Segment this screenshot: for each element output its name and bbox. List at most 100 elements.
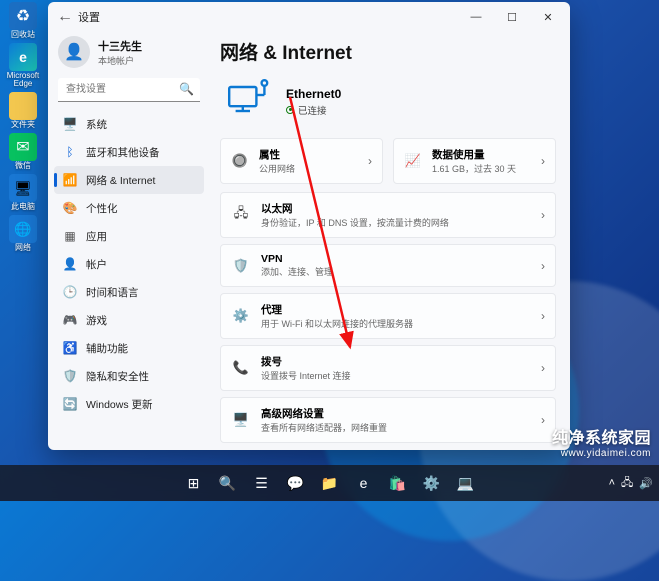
sidebar: 👤 十三先生 本地帐户 🔍 🖥️ 系统ᛒ 蓝牙和其他设备📶 网络 & Inter… <box>48 32 210 450</box>
network-desktop-item[interactable]: 网络 <box>0 215 46 252</box>
row-advanced-icon: 🖥️ <box>231 412 251 428</box>
recycle-bin-desktop-item[interactable]: 回收站 <box>0 2 46 39</box>
desktop-item-label: 回收站 <box>11 31 35 39</box>
tile-data-usage-icon: 📈 <box>404 153 422 169</box>
row-advanced-sub: 查看所有网络适配器，网络重置 <box>261 421 387 434</box>
row-proxy-icon: ⚙️ <box>231 308 251 324</box>
sidebar-item-accounts[interactable]: 👤 帐户 <box>54 250 204 278</box>
sidebar-item-label: 帐户 <box>86 257 107 272</box>
tray-overflow-icon[interactable]: ˄ <box>609 477 615 489</box>
tb-chat[interactable]: 💬 <box>282 469 310 497</box>
row-dialup[interactable]: 📞 拨号 设置拨号 Internet 连接 › <box>221 346 555 390</box>
tb-app[interactable]: 💻 <box>452 469 480 497</box>
tb-taskview[interactable]: ☰ <box>248 469 276 497</box>
network-icon <box>9 215 37 243</box>
sidebar-item-label: 网络 & Internet <box>86 173 155 188</box>
pc-network-icon <box>226 79 274 124</box>
search-box[interactable]: 🔍 <box>58 78 200 102</box>
watermark-url: www.yidaimei.com <box>552 448 651 459</box>
chevron-right-icon: › <box>541 309 545 323</box>
adapter-state: 已连接 <box>298 103 327 117</box>
tile-properties[interactable]: 🔘 属性 公用网络 › <box>220 138 383 184</box>
avatar: 👤 <box>58 36 90 68</box>
adapter-name: Ethernet0 <box>286 87 341 101</box>
edge-icon <box>9 43 37 71</box>
window-maximize-button[interactable]: ☐ <box>494 2 530 32</box>
desktop-item-label: 微信 <box>15 162 31 170</box>
desktop: 回收站 Microsoft Edge 文件夹 微信 此电脑 网络 <box>0 0 46 256</box>
row-vpn[interactable]: 🛡️ VPN 添加、连接、管理 › <box>221 245 555 286</box>
tile-properties-heading: 属性 <box>259 147 295 162</box>
sidebar-item-accessibility-icon: ♿ <box>62 340 78 356</box>
wechat-desktop-item[interactable]: 微信 <box>0 133 46 170</box>
tile-properties-icon: 🔘 <box>231 153 249 169</box>
row-proxy[interactable]: ⚙️ 代理 用于 Wi-Fi 和以太网连接的代理服务器 › <box>221 294 555 338</box>
row-ethernet-icon: 🖧 <box>231 204 251 226</box>
tray-network-icon[interactable]: 🖧 <box>621 474 633 493</box>
sidebar-item-windows-update[interactable]: 🔄 Windows 更新 <box>54 390 204 418</box>
window-close-button[interactable]: ✕ <box>530 2 566 32</box>
wechat-icon <box>9 133 37 161</box>
sidebar-item-gaming[interactable]: 🎮 游戏 <box>54 306 204 334</box>
taskbar: ⊞🔍☰💬📁e🛍️⚙️💻 ˄ 🖧 🔊 <box>0 465 659 501</box>
tb-settings[interactable]: ⚙️ <box>418 469 446 497</box>
row-dialup-sub: 设置拨号 Internet 连接 <box>261 369 351 382</box>
taskbar-system-tray[interactable]: ˄ 🖧 🔊 <box>609 474 653 493</box>
row-dialup-heading: 拨号 <box>261 354 351 369</box>
sidebar-item-network[interactable]: 📶 网络 & Internet <box>54 166 204 194</box>
sidebar-item-privacy[interactable]: 🛡️ 隐私和安全性 <box>54 362 204 390</box>
sidebar-item-accounts-icon: 👤 <box>62 256 78 272</box>
tb-store[interactable]: 🛍️ <box>384 469 412 497</box>
desktop-item-label: Microsoft Edge <box>0 72 46 88</box>
nav-list: 🖥️ 系统ᛒ 蓝牙和其他设备📶 网络 & Internet🎨 个性化▦ 应用👤 … <box>54 110 204 446</box>
row-proxy-sub: 用于 Wi-Fi 和以太网连接的代理服务器 <box>261 317 413 330</box>
account-block[interactable]: 👤 十三先生 本地帐户 <box>54 36 204 78</box>
tb-explorer[interactable]: 📁 <box>316 469 344 497</box>
tb-search[interactable]: 🔍 <box>214 469 242 497</box>
sidebar-item-system[interactable]: 🖥️ 系统 <box>54 110 204 138</box>
sidebar-item-label: 辅助功能 <box>86 341 128 356</box>
sidebar-item-time-language-icon: 🕒 <box>62 284 78 300</box>
this-pc-desktop-item[interactable]: 此电脑 <box>0 174 46 211</box>
sidebar-item-personalization[interactable]: 🎨 个性化 <box>54 194 204 222</box>
sidebar-item-label: 时间和语言 <box>86 285 139 300</box>
sidebar-item-bluetooth[interactable]: ᛒ 蓝牙和其他设备 <box>54 138 204 166</box>
tb-edge[interactable]: e <box>350 469 378 497</box>
row-vpn-icon: 🛡️ <box>231 258 251 274</box>
window-minimize-button[interactable]: — <box>458 2 494 32</box>
sidebar-item-label: 蓝牙和其他设备 <box>86 145 160 160</box>
status-card: Ethernet0 已连接 <box>220 79 556 124</box>
sidebar-item-accessibility[interactable]: ♿ 辅助功能 <box>54 334 204 362</box>
sidebar-item-network-icon: 📶 <box>62 172 78 188</box>
sidebar-item-apps-icon: ▦ <box>62 228 78 244</box>
sidebar-item-label: 个性化 <box>86 201 118 216</box>
edge-desktop-item[interactable]: Microsoft Edge <box>0 43 46 88</box>
watermark-brand: 纯净系统家园 <box>552 430 651 447</box>
folder-desktop-item[interactable]: 文件夹 <box>0 92 46 129</box>
chevron-right-icon: › <box>541 208 545 222</box>
sidebar-item-time-language[interactable]: 🕒 时间和语言 <box>54 278 204 306</box>
row-advanced[interactable]: 🖥️ 高级网络设置 查看所有网络适配器，网络重置 › <box>221 398 555 442</box>
sidebar-item-label: 隐私和安全性 <box>86 369 149 384</box>
chevron-right-icon: › <box>541 154 545 168</box>
sidebar-item-windows-update-icon: 🔄 <box>62 396 78 412</box>
row-ethernet[interactable]: 🖧 以太网 身份验证，IP 和 DNS 设置，按流量计费的网络 › <box>221 193 555 237</box>
back-button[interactable]: ← <box>52 8 78 26</box>
row-dialup-icon: 📞 <box>231 360 251 376</box>
tile-data-usage[interactable]: 📈 数据使用量 1.61 GB，过去 30 天 › <box>393 138 556 184</box>
tile-properties-sub: 公用网络 <box>259 162 295 175</box>
recycle-bin-icon <box>9 2 37 30</box>
row-proxy-heading: 代理 <box>261 302 413 317</box>
app-title: 设置 <box>78 9 100 25</box>
sidebar-item-personalization-icon: 🎨 <box>62 200 78 216</box>
search-icon: 🔍 <box>179 82 194 96</box>
row-vpn-heading: VPN <box>261 253 333 265</box>
tb-start[interactable]: ⊞ <box>180 469 208 497</box>
tray-volume-icon[interactable]: 🔊 <box>639 477 653 490</box>
sidebar-item-apps[interactable]: ▦ 应用 <box>54 222 204 250</box>
sidebar-item-label: 应用 <box>86 229 107 244</box>
desktop-item-label: 此电脑 <box>11 203 35 211</box>
chevron-right-icon: › <box>541 413 545 427</box>
desktop-item-label: 文件夹 <box>11 121 35 129</box>
account-subtitle: 本地帐户 <box>98 54 142 67</box>
